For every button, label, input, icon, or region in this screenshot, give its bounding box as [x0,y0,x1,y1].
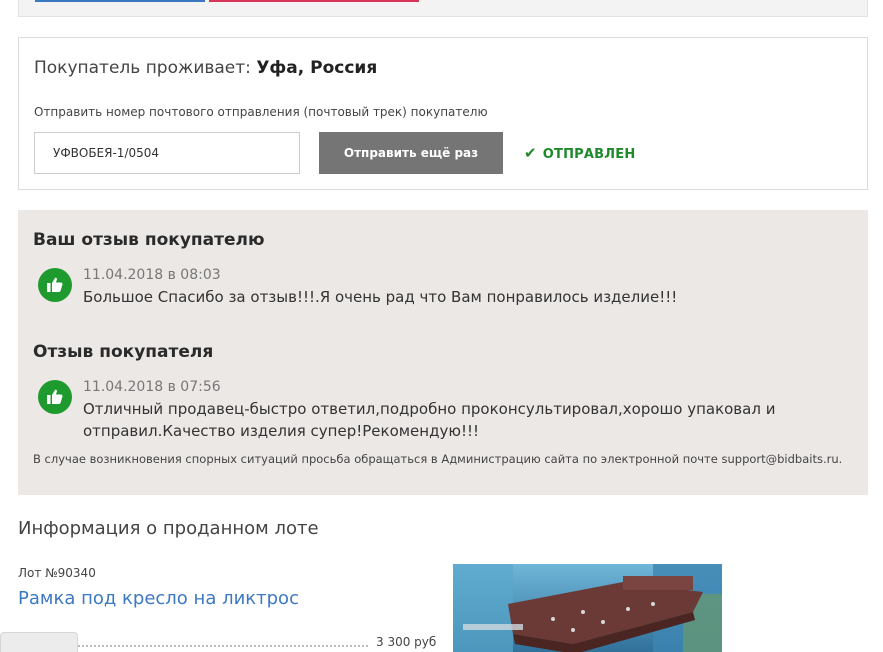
sent-status: ✔ ОТПРАВЛЕН [524,144,635,162]
lot-title-link[interactable]: Рамка под кресло на ликтрос [18,588,299,609]
buyer-location: Уфа, Россия [256,58,378,78]
buyer-location-prefix: Покупатель проживает: [34,58,251,78]
support-note: В случае возникновения спорных ситуаций … [33,452,843,466]
top-bar-red [209,0,419,2]
corner-tab[interactable] [0,632,78,652]
your-review-heading: Ваш отзыв покупателю [33,230,265,250]
top-strip [18,0,868,17]
price-leader-dots [78,645,368,647]
thumbs-up-icon [38,268,72,302]
lot-price: 3 300 руб [376,635,437,649]
your-review-text: Большое Спасибо за отзыв!!!.Я очень рад … [83,288,678,306]
lot-number: Лот №90340 [18,566,96,580]
check-icon: ✔ [524,144,537,162]
tracking-number-field[interactable]: УФВОБЕЯ-1/0504 [34,132,300,174]
top-bar-blue [35,0,205,2]
reviews-panel: Ваш отзыв покупателю 11.04.2018 в 08:03 … [18,210,868,495]
buyer-tracking-panel: Покупатель проживает: Уфа, Россия Отправ… [18,37,868,190]
buyer-review-heading: Отзыв покупателя [33,342,214,362]
tracking-caption: Отправить номер почтового отправления (п… [34,105,488,119]
resend-button[interactable]: Отправить ещё раз [319,132,503,174]
buyer-review-date: 11.04.2018 в 07:56 [83,379,221,395]
your-review-date: 11.04.2018 в 08:03 [83,267,221,283]
buyer-location-line: Покупатель проживает: Уфа, Россия [34,58,377,78]
sent-status-label: ОТПРАВЛЕН [542,147,636,162]
thumbs-up-icon [38,380,72,414]
lot-photo[interactable] [453,564,722,652]
buyer-review-text: Отличный продавец-быстро ответил,подробн… [83,400,776,440]
lot-info-heading: Информация о проданном лоте [18,518,319,539]
